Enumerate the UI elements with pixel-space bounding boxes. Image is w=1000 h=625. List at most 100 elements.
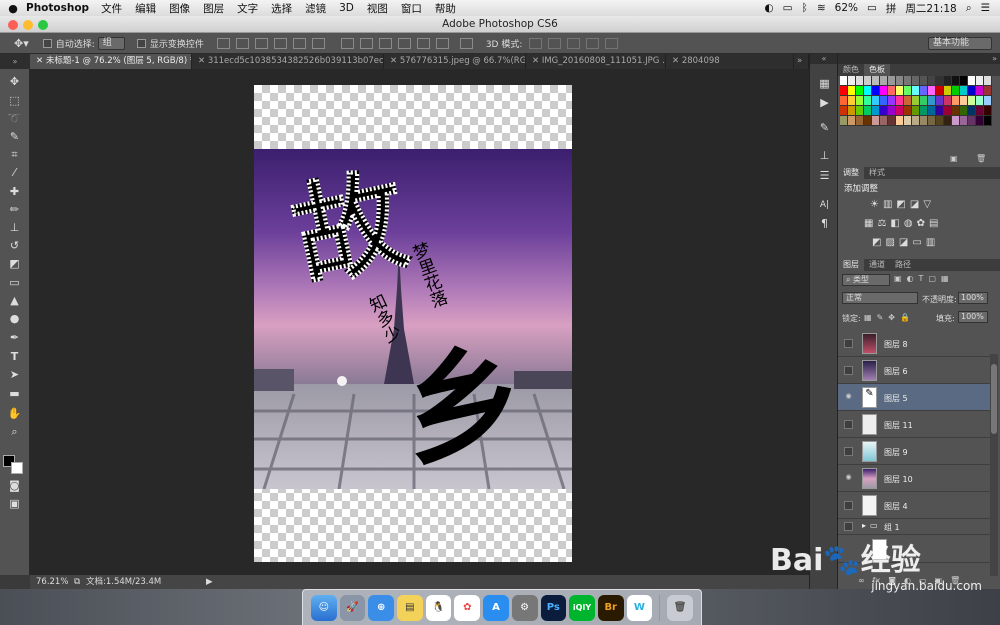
align-left-icon[interactable]	[273, 37, 287, 49]
color-swatch[interactable]	[888, 106, 896, 116]
color-swatch[interactable]	[856, 76, 864, 86]
color-swatch[interactable]	[856, 116, 864, 126]
color-swatch[interactable]	[920, 86, 928, 96]
align-right-icon[interactable]	[311, 37, 325, 49]
color-swatch[interactable]	[968, 96, 976, 106]
healing-brush-tool-icon[interactable]: ✚	[7, 185, 22, 199]
quick-mask-icon[interactable]: ◙	[7, 479, 22, 493]
color-swatch[interactable]	[848, 86, 856, 96]
swatch-grid[interactable]	[840, 76, 992, 126]
color-swatch[interactable]	[960, 116, 968, 126]
clone-stamp-tool-icon[interactable]: ⊥	[7, 221, 22, 235]
color-swatch[interactable]	[984, 106, 992, 116]
color-swatch[interactable]	[952, 86, 960, 96]
history-brush-tool-icon[interactable]: ↺	[7, 239, 22, 253]
layer-row[interactable]: 图层 9	[838, 438, 990, 465]
posterize-icon[interactable]: ▨	[885, 237, 894, 248]
document-canvas[interactable]: 故 乡 梦里花落 知多少	[254, 85, 572, 562]
menu-help[interactable]: 帮助	[435, 1, 456, 16]
channel-mixer-icon[interactable]: ✿	[917, 218, 925, 229]
color-swatch[interactable]	[976, 76, 984, 86]
filter-shape-icon[interactable]: ▢	[928, 274, 936, 283]
tab-color[interactable]: 颜色	[838, 64, 864, 76]
color-swatch[interactable]	[960, 96, 968, 106]
filter-type-icon[interactable]: T	[919, 274, 924, 283]
color-swatch[interactable]	[912, 86, 920, 96]
app-store-icon[interactable]: A	[483, 594, 509, 621]
menu-select[interactable]: 选择	[271, 1, 292, 16]
color-swatch[interactable]	[976, 116, 984, 126]
color-swatch[interactable]	[864, 76, 872, 86]
gradient-tool-icon[interactable]: ▭	[7, 276, 22, 290]
tab-2804098[interactable]: ✕ 2804098	[666, 54, 794, 69]
tab-adjustments[interactable]: 调整	[838, 167, 864, 179]
photos-icon[interactable]: ✿	[454, 594, 481, 621]
trash-icon[interactable]: 🗑	[667, 594, 693, 621]
color-swatch[interactable]	[872, 96, 880, 106]
color-swatch[interactable]	[952, 96, 960, 106]
input-method[interactable]: 拼	[886, 1, 897, 16]
visibility-toggle[interactable]	[844, 447, 853, 456]
menu-view[interactable]: 视图	[367, 1, 388, 16]
show-transform-checkbox[interactable]	[136, 38, 146, 48]
battery-percent[interactable]: 62%	[835, 2, 858, 14]
color-swatch[interactable]	[904, 86, 912, 96]
system-preferences-icon[interactable]: ⚙	[511, 594, 538, 621]
fill-input[interactable]: 100%	[958, 311, 988, 323]
color-swatch[interactable]	[888, 76, 896, 86]
3d-roll-icon[interactable]	[548, 37, 562, 49]
canvas-area[interactable]: 故 乡 梦里花落 知多少	[30, 69, 809, 575]
color-swatch[interactable]	[912, 106, 920, 116]
spotlight-icon[interactable]: ⌕	[966, 2, 972, 15]
color-swatch[interactable]	[944, 76, 952, 86]
color-swatch[interactable]	[944, 106, 952, 116]
layer-row[interactable]: 图层 4	[838, 492, 990, 519]
color-swatch[interactable]	[848, 76, 856, 86]
preview-icon[interactable]: ▤	[397, 594, 423, 621]
distribute-vcenter-icon[interactable]	[359, 37, 373, 49]
clone-source-panel-icon[interactable]: ⊥	[817, 149, 832, 163]
move-tool-icon[interactable]: ✥	[7, 75, 22, 89]
distribute-right-icon[interactable]	[435, 37, 449, 49]
color-swatch[interactable]	[904, 96, 912, 106]
menubar-clock[interactable]: 周二21:18	[905, 1, 956, 16]
color-swatch[interactable]	[984, 86, 992, 96]
app-menu[interactable]: Photoshop	[26, 2, 89, 14]
color-swatch[interactable]	[888, 86, 896, 96]
color-swatch[interactable]	[968, 76, 976, 86]
close-tab-icon[interactable]: ✕	[672, 56, 682, 66]
status-info-icon[interactable]: ⧉	[74, 575, 80, 589]
color-swatch[interactable]	[840, 106, 848, 116]
apple-icon[interactable]: ●	[0, 2, 26, 15]
visibility-eye-icon[interactable]: ◉	[844, 393, 853, 402]
status-menu-arrow-icon[interactable]: ▶	[206, 575, 213, 589]
color-swatch[interactable]	[960, 86, 968, 96]
distribute-top-icon[interactable]	[340, 37, 354, 49]
color-swatch[interactable]	[904, 76, 912, 86]
color-swatch[interactable]	[896, 86, 904, 96]
bluetooth-icon[interactable]: ᛒ	[802, 2, 808, 14]
close-tab-icon[interactable]: ✕	[36, 56, 46, 66]
color-lookup-icon[interactable]: ▤	[929, 218, 938, 229]
tab-swatches[interactable]: 色板	[864, 64, 890, 76]
path-select-tool-icon[interactable]: ➤	[7, 368, 22, 382]
tab-channels[interactable]: 通道	[864, 259, 890, 271]
color-swatch[interactable]	[864, 116, 872, 126]
align-top-icon[interactable]	[216, 37, 230, 49]
close-tab-icon[interactable]: ✕	[532, 56, 542, 66]
black-white-icon[interactable]: ◧	[890, 218, 899, 229]
sync-icon[interactable]: ◐	[764, 2, 773, 14]
auto-select-checkbox[interactable]	[42, 38, 52, 48]
airplay-icon[interactable]: ▭	[783, 2, 793, 14]
color-swatch[interactable]	[936, 116, 944, 126]
selective-color-icon[interactable]: ▥	[926, 237, 935, 248]
photoshop-icon[interactable]: Ps	[540, 594, 567, 621]
hand-tool-icon[interactable]: ✋	[7, 407, 22, 421]
menu-file[interactable]: 文件	[101, 1, 122, 16]
brush-tool-icon[interactable]: ✏	[7, 203, 22, 217]
color-swatch[interactable]	[920, 76, 928, 86]
color-swatch[interactable]	[856, 96, 864, 106]
levels-icon[interactable]: ▥	[883, 199, 892, 210]
quick-select-tool-icon[interactable]: ✎	[7, 130, 22, 144]
color-swatch[interactable]	[872, 116, 880, 126]
